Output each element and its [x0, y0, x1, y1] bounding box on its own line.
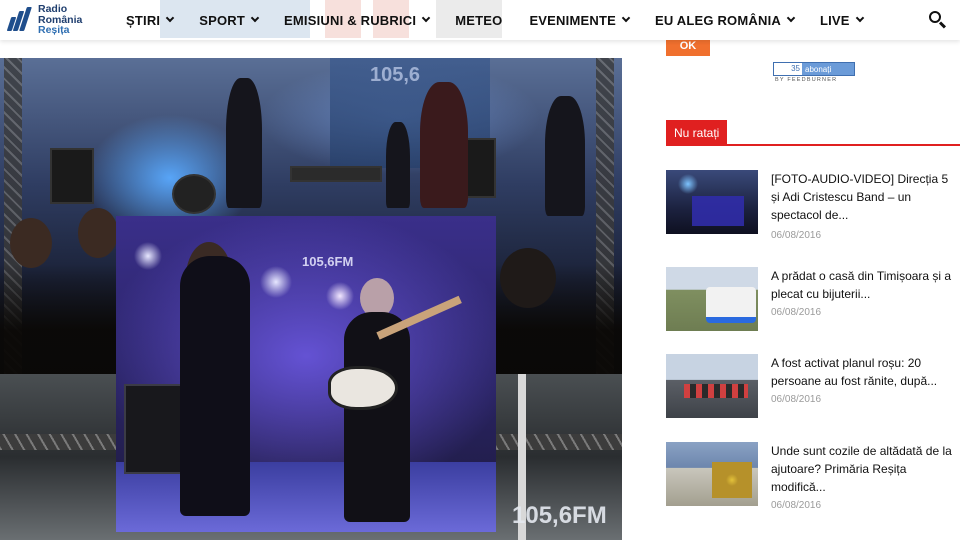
subscriber-label: abonați: [805, 64, 832, 74]
site-logo[interactable]: Radio România Reșița: [6, 3, 96, 37]
singer-figure: [226, 78, 262, 208]
guitar-body: [328, 366, 398, 410]
crowd-head: [78, 208, 118, 258]
nav-item-label: ȘTIRI: [126, 12, 161, 28]
news-date: 06/08/2016: [771, 307, 822, 318]
chevron-down-icon: [421, 13, 431, 23]
chevron-down-icon: [165, 13, 175, 23]
amplifier: [50, 148, 94, 204]
news-item[interactable]: Unde sunt cozile de altădată de la ajuto…: [666, 442, 960, 514]
nav-item-meteo[interactable]: METEO: [455, 13, 502, 28]
chevron-down-icon: [621, 13, 631, 23]
subscriber-count: 35: [774, 63, 802, 75]
news-date: 06/08/2016: [771, 394, 822, 405]
crowd-head: [500, 248, 556, 308]
nav-item-emisiuni[interactable]: EMISIUNI & RUBRICI: [284, 12, 431, 28]
guitarist-figure: [180, 256, 250, 516]
nav-item-eu-aleg-romania[interactable]: EU ALEG ROMÂNIA: [654, 12, 796, 28]
stage-sign-text: 105,6: [370, 64, 421, 86]
nav-item-label: SPORT: [199, 12, 246, 28]
news-thumbnail[interactable]: [666, 354, 758, 418]
drum-kit: [172, 174, 216, 214]
nav-item-live[interactable]: LIVE: [819, 12, 864, 28]
news-thumbnail[interactable]: [666, 442, 758, 506]
news-title[interactable]: A prădat o casă din Timișoara și a pleca…: [771, 267, 959, 303]
guitarist-figure: [344, 312, 410, 522]
nav-item-stiri[interactable]: ȘTIRI: [126, 12, 175, 28]
search-icon[interactable]: [928, 10, 948, 30]
news-date: 06/08/2016: [771, 230, 822, 241]
radio-waves-logo-icon: [6, 6, 34, 34]
keyboard: [290, 166, 382, 182]
nav-item-label: EMISIUNI & RUBRICI: [284, 12, 417, 28]
overlay-sign-text: 105,6FM: [302, 254, 354, 269]
news-thumbnail[interactable]: [666, 267, 758, 331]
crowd-head: [10, 218, 52, 268]
news-item[interactable]: A prădat o casă din Timișoara și a pleca…: [666, 267, 960, 339]
right-sidebar: OK 35 abonați BY FEEDBURNER Nu ratați [F…: [622, 36, 960, 540]
news-title[interactable]: Unde sunt cozile de altădată de la ajuto…: [771, 442, 959, 496]
news-title[interactable]: [FOTO-AUDIO-VIDEO] Direcția 5 și Adi Cri…: [771, 170, 959, 224]
nav-item-label: EVENIMENTE: [529, 12, 616, 28]
chevron-down-icon: [250, 13, 260, 23]
chevron-down-icon: [786, 13, 796, 23]
news-item[interactable]: A fost activat planul roșu: 20 persoane …: [666, 354, 960, 426]
section-title: Nu ratați: [666, 120, 728, 146]
logo-text: Radio România Reșița: [38, 4, 82, 36]
feedburner-credit: BY FEEDBURNER: [775, 77, 838, 83]
nav-item-label: METEO: [455, 12, 503, 28]
news-date: 06/08/2016: [771, 500, 822, 511]
main-nav: ȘTIRI SPORT EMISIUNI & RUBRICI METEO EVE…: [126, 0, 864, 40]
feed-count-bar: 35 abonați: [773, 62, 855, 76]
concert-guitarists-photo[interactable]: 105,6FM: [116, 216, 496, 532]
chevron-down-icon: [855, 13, 864, 23]
news-thumbnail[interactable]: [666, 170, 758, 234]
feedburner-subscribers-badge[interactable]: 35 abonați BY FEEDBURNER: [773, 62, 855, 84]
page: Radio România Reșița ȘTIRI SPORT EMISIUN…: [0, 0, 960, 540]
logo-line-3: Reșița: [38, 24, 70, 37]
lower-sign-text: 105,6FM: [512, 502, 607, 529]
nav-item-evenimente[interactable]: EVENIMENTE: [529, 12, 631, 28]
section-header-nu-ratati: Nu ratați: [666, 120, 960, 146]
nav-item-label: LIVE: [819, 12, 850, 28]
top-navbar: Radio România Reșița ȘTIRI SPORT EMISIUN…: [0, 0, 960, 40]
news-item[interactable]: [FOTO-AUDIO-VIDEO] Direcția 5 și Adi Cri…: [666, 170, 960, 242]
crew-figure: [386, 122, 410, 208]
news-title[interactable]: A fost activat planul roșu: 20 persoane …: [771, 354, 959, 390]
singer-figure: [420, 82, 468, 208]
nav-item-sport[interactable]: SPORT: [199, 12, 260, 28]
guitarist-figure: [545, 96, 585, 216]
nav-item-label: EU ALEG ROMÂNIA: [654, 12, 781, 28]
